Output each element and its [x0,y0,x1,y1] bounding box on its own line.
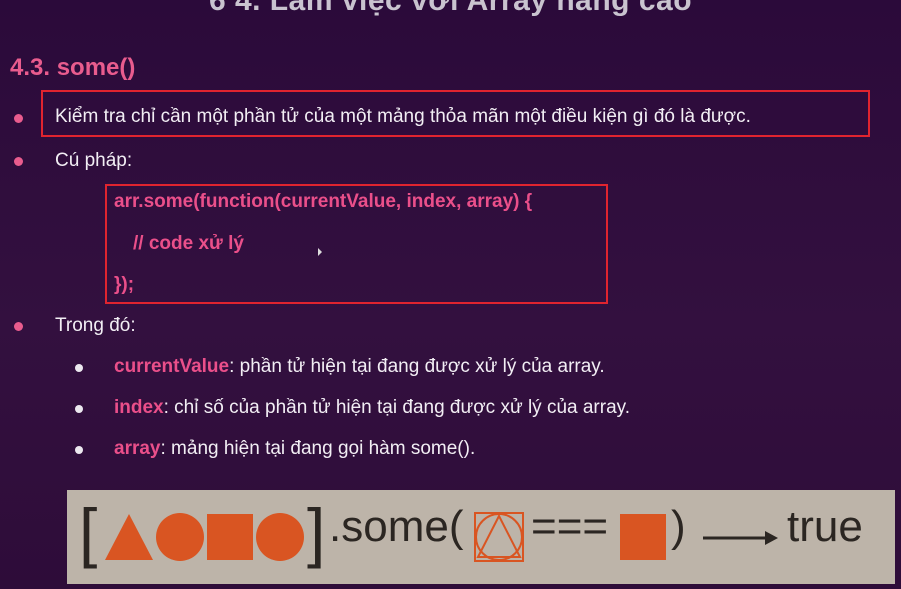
mouse-cursor-icon [318,248,322,256]
code-line-3: }); [114,274,135,295]
sub-bullet-dot [75,446,83,454]
circle-shape-icon [256,513,304,561]
param-desc: : chỉ số của phần tử hiện tại đang được … [163,397,631,418]
strict-equal-operator: === [531,502,609,551]
arrow-right-icon [703,531,778,545]
param-name: index [114,397,164,418]
param-item: index: chỉ số của phần tử hiện tại đang … [114,397,630,419]
square-shape-icon [620,514,666,560]
sub-bullet-dot [75,405,83,413]
param-item: currentValue: phần tử hiện tại đang được… [114,356,605,378]
code-line-2: // code xử lý [133,233,244,254]
param-desc: : mảng hiện tại đang gọi hàm some(). [160,438,476,459]
some-illustration-banner: [ ] .some( === ) true [67,490,895,584]
square-shape-icon [207,514,253,560]
close-paren: ) [671,502,686,551]
code-line-1: arr.some(function(currentValue, index, a… [114,191,533,212]
slide: 6 4. Làm việc với Array nâng cao 4.3. so… [0,0,901,589]
right-bracket: ] [307,495,326,569]
param-name: currentValue [114,356,230,377]
bullet-dot [14,114,23,123]
param-desc: : phần tử hiện tại đang được xử lý của a… [229,356,605,377]
bullet-dot [14,157,23,166]
result-true: true [787,502,863,551]
sub-bullet-dot [75,364,83,372]
definition-text: Kiểm tra chỉ cần một phần tử của một mản… [55,106,751,127]
triangle-shape-icon [105,514,153,560]
circle-shape-icon [156,513,204,561]
some-method-text: .some( [329,502,464,551]
outlined-shapes-icon [474,512,524,562]
where-label: Trong đó: [55,315,136,336]
param-item: array: mảng hiện tại đang gọi hàm some()… [114,438,475,460]
left-bracket: [ [79,495,98,569]
section-title: 4.3. some() [10,54,136,81]
param-name: array [114,438,161,459]
syntax-label: Cú pháp: [55,150,133,171]
slide-top-title: 6 4. Làm việc với Array nâng cao [208,0,693,17]
bullet-dot [14,322,23,331]
